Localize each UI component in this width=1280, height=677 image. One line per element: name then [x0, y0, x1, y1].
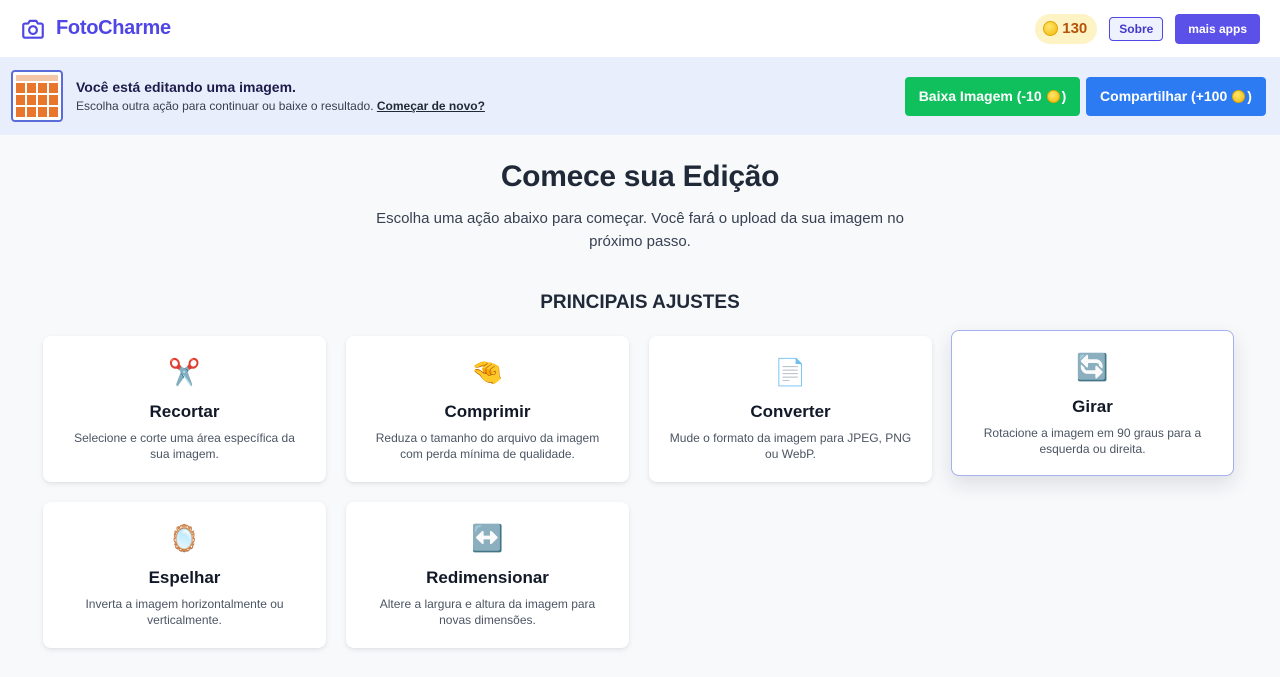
card-description: Rotacione a imagem em 90 graus para a es…: [983, 426, 1202, 456]
card-description: Inverta a imagem horizontalmente ou vert…: [85, 597, 284, 627]
restart-link[interactable]: Começar de novo?: [377, 99, 485, 113]
image-thumbnail: [11, 70, 63, 122]
left-right-arrow-icon: ↔️: [471, 522, 504, 553]
document-icon: 📄: [774, 356, 807, 387]
card-redimensionar[interactable]: ↔️ Redimensionar Altere a largura e altu…: [346, 502, 629, 648]
brand[interactable]: FotoCharme: [20, 16, 171, 42]
card-description: Reduza o tamanho do arquivo da imagem co…: [375, 431, 600, 461]
banner-title: Você está editando uma imagem.: [76, 79, 296, 95]
top-bar: FotoCharme 130 Sobre mais apps: [0, 0, 1280, 57]
card-title: Comprimir: [444, 402, 531, 421]
coin-icon: [1043, 21, 1059, 36]
card-comprimir[interactable]: 🤏 Comprimir Reduza o tamanho do arquivo …: [346, 336, 629, 482]
card-description: Altere a largura e altura da imagem para…: [379, 597, 596, 627]
download-button[interactable]: Baixa Imagem (-10 ): [905, 76, 1080, 116]
section-title: PRINCIPAIS AJUSTES: [540, 292, 740, 313]
banner-subtitle: Escolha outra ação para continuar ou bai…: [76, 99, 485, 113]
rotate-icon: 🔄: [1076, 351, 1109, 382]
share-button[interactable]: Compartilhar (+100 ): [1086, 76, 1266, 116]
card-title: Converter: [750, 402, 831, 421]
banner-subtitle-text: Escolha outra ação para continuar ou bai…: [76, 99, 374, 113]
download-close: ): [1061, 88, 1067, 104]
share-label: Compartilhar (+100: [1100, 88, 1228, 104]
editing-banner: Você está editando uma imagem. Escolha o…: [0, 57, 1280, 135]
card-title: Girar: [1072, 397, 1113, 416]
share-close: ): [1247, 88, 1252, 104]
card-espelhar[interactable]: 🪞 Espelhar Inverta a imagem horizontalme…: [43, 502, 326, 648]
card-description: Mude o formato da imagem para JPEG, PNG …: [669, 431, 912, 461]
page-title: Comece sua Edição: [500, 160, 780, 193]
card-converter[interactable]: 📄 Converter Mude o formato da imagem par…: [649, 336, 932, 482]
coin-icon: [1046, 89, 1060, 103]
more-apps-button[interactable]: mais apps: [1175, 13, 1260, 44]
coin-count: 130: [1062, 20, 1088, 37]
card-recortar[interactable]: ✂️ Recortar Selecione e corte uma área e…: [43, 336, 326, 482]
mirror-icon: 🪞: [168, 522, 201, 553]
card-description: Selecione e corte uma área específica da…: [74, 431, 295, 461]
card-girar[interactable]: 🔄 Girar Rotacione a imagem em 90 graus p…: [951, 330, 1234, 476]
camera-icon: [22, 19, 44, 39]
card-title: Redimensionar: [426, 568, 549, 587]
card-title: Recortar: [149, 402, 220, 421]
card-title: Espelhar: [148, 568, 221, 587]
about-button[interactable]: Sobre: [1109, 16, 1164, 41]
pinching-hand-icon: 🤏: [471, 356, 504, 387]
download-label: Baixa Imagem (-10: [918, 88, 1042, 104]
scissors-icon: ✂️: [168, 356, 201, 387]
coin-balance: 130: [1035, 13, 1098, 44]
brand-name: FotoCharme: [56, 17, 171, 39]
coin-icon: [1232, 89, 1246, 103]
page-subtitle: Escolha uma ação abaixo para começar. Vo…: [376, 210, 904, 250]
